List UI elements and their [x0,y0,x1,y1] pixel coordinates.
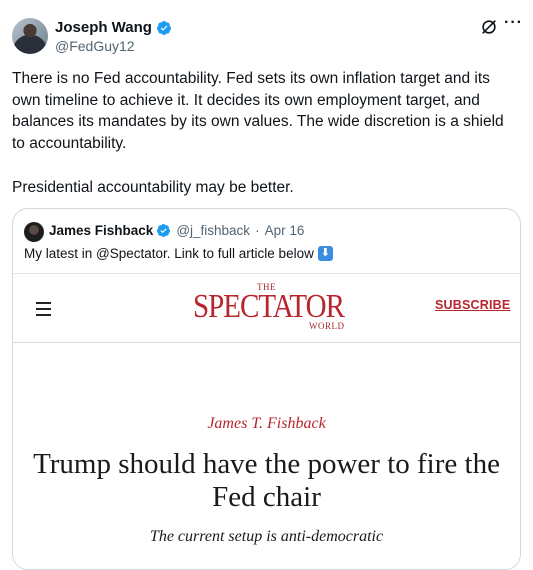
subscribe-link: SUBSCRIBE [435,298,511,312]
grok-icon[interactable] [480,18,498,36]
hamburger-menu-icon [36,302,51,320]
quoted-author-avatar[interactable] [24,222,44,242]
article-author: James T. Fishback [207,415,326,432]
author-name[interactable]: Joseph Wang [55,19,152,36]
tweet-body: There is no Fed accountability. Fed sets… [12,68,517,198]
down-arrow-emoji-icon: ⬇ [317,246,333,261]
author-avatar[interactable] [12,18,48,54]
author-handle[interactable]: @FedGuy12 [55,38,135,54]
tweet-paragraph: There is no Fed accountability. Fed sets… [12,70,504,153]
quoted-tweet-card[interactable]: James Fishback @j_fishback · Apr 16 My l… [12,208,521,570]
article-subhead: The current setup is anti-democratic [149,528,384,545]
spectator-header: THE SPECTATOR WORLD SUBSCRIBE [13,274,520,343]
quoted-tweet-text: My latest in @Spectator. Link to full ar… [24,246,314,261]
tweet-paragraph: Presidential accountability may be bette… [12,178,294,196]
author-name-row[interactable]: Joseph Wang [55,19,172,36]
quoted-author-name[interactable]: James Fishback [49,223,153,238]
verified-badge-icon [157,223,171,238]
quoted-tweet-date[interactable]: Apr 16 [265,223,305,238]
verified-badge-icon [156,20,171,35]
quoted-tweet-header: James Fishback @j_fishback · Apr 16 [49,223,304,238]
quoted-author-handle[interactable]: @j_fishback [176,223,250,238]
meta-separator: · [255,223,260,238]
more-options-icon[interactable]: ··· [504,14,523,32]
quoted-tweet-text-row: My latest in @Spectator. Link to full ar… [24,246,333,261]
logo-world: WORLD [309,321,345,331]
article-headline: Trump should have the power to fire the … [33,448,500,513]
article-preview-image[interactable]: THE SPECTATOR WORLD SUBSCRIBE James T. F… [13,273,520,569]
